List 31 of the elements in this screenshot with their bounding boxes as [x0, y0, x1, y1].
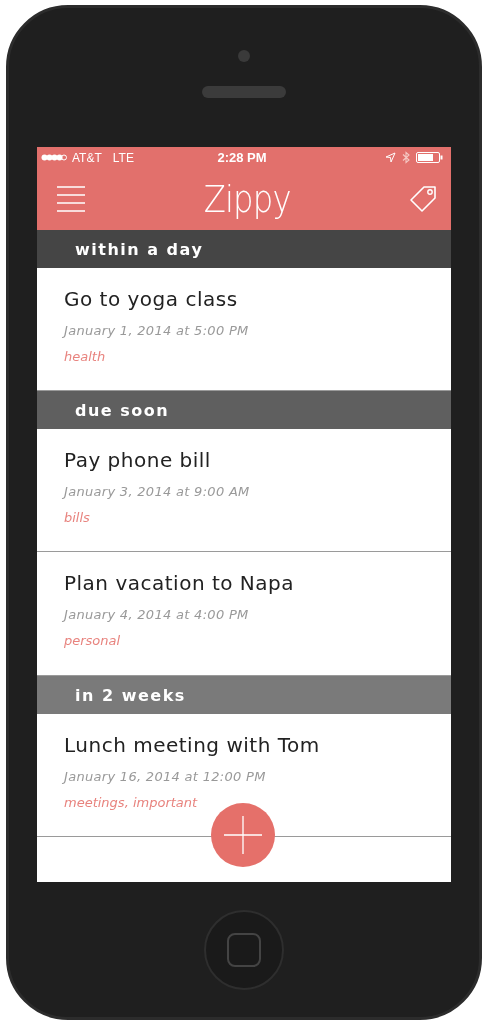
task-title: Plan vacation to Napa: [64, 571, 296, 595]
location-icon: [385, 152, 396, 163]
camera-icon: [238, 50, 250, 62]
section-title: due soon: [75, 400, 170, 420]
section-title: in 2 weeks: [75, 685, 186, 705]
task-title: Go to yoga class: [64, 287, 239, 311]
task-tags: personal: [64, 633, 451, 648]
clock-time: 2:28 PM: [217, 150, 267, 165]
task-due-date: January 3, 2014 at 9:00 AM: [64, 484, 251, 499]
task-title: Pay phone bill: [64, 448, 212, 472]
task-tags: meetings, important: [64, 795, 451, 810]
task-due-date: January 16, 2014 at 12:00 PM: [64, 769, 267, 784]
app-title: Zippy: [203, 177, 291, 221]
task-row[interactable]: Pay phone bill January 3, 2014 at 9:00 AM bills: [37, 429, 451, 552]
signal-icon: [41, 154, 67, 161]
task-tags: bills: [64, 510, 451, 525]
network-type: LTE: [112, 150, 134, 165]
tags-button[interactable]: [409, 185, 437, 213]
section-title: within a day: [75, 239, 204, 259]
menu-icon: [57, 186, 85, 212]
task-due-date: January 1, 2014 at 5:00 PM: [64, 323, 250, 338]
speaker-icon: [202, 86, 286, 98]
carrier-name: AT&T: [72, 150, 102, 165]
tag-icon: [409, 185, 437, 213]
battery-icon: [416, 152, 443, 163]
task-due-date: January 4, 2014 at 4:00 PM: [64, 607, 250, 622]
bluetooth-icon: [402, 151, 410, 164]
task-tags: health: [64, 349, 451, 364]
task-title: Lunch meeting with Tom: [64, 733, 321, 757]
menu-button[interactable]: [57, 186, 85, 212]
plus-icon: [224, 816, 262, 854]
